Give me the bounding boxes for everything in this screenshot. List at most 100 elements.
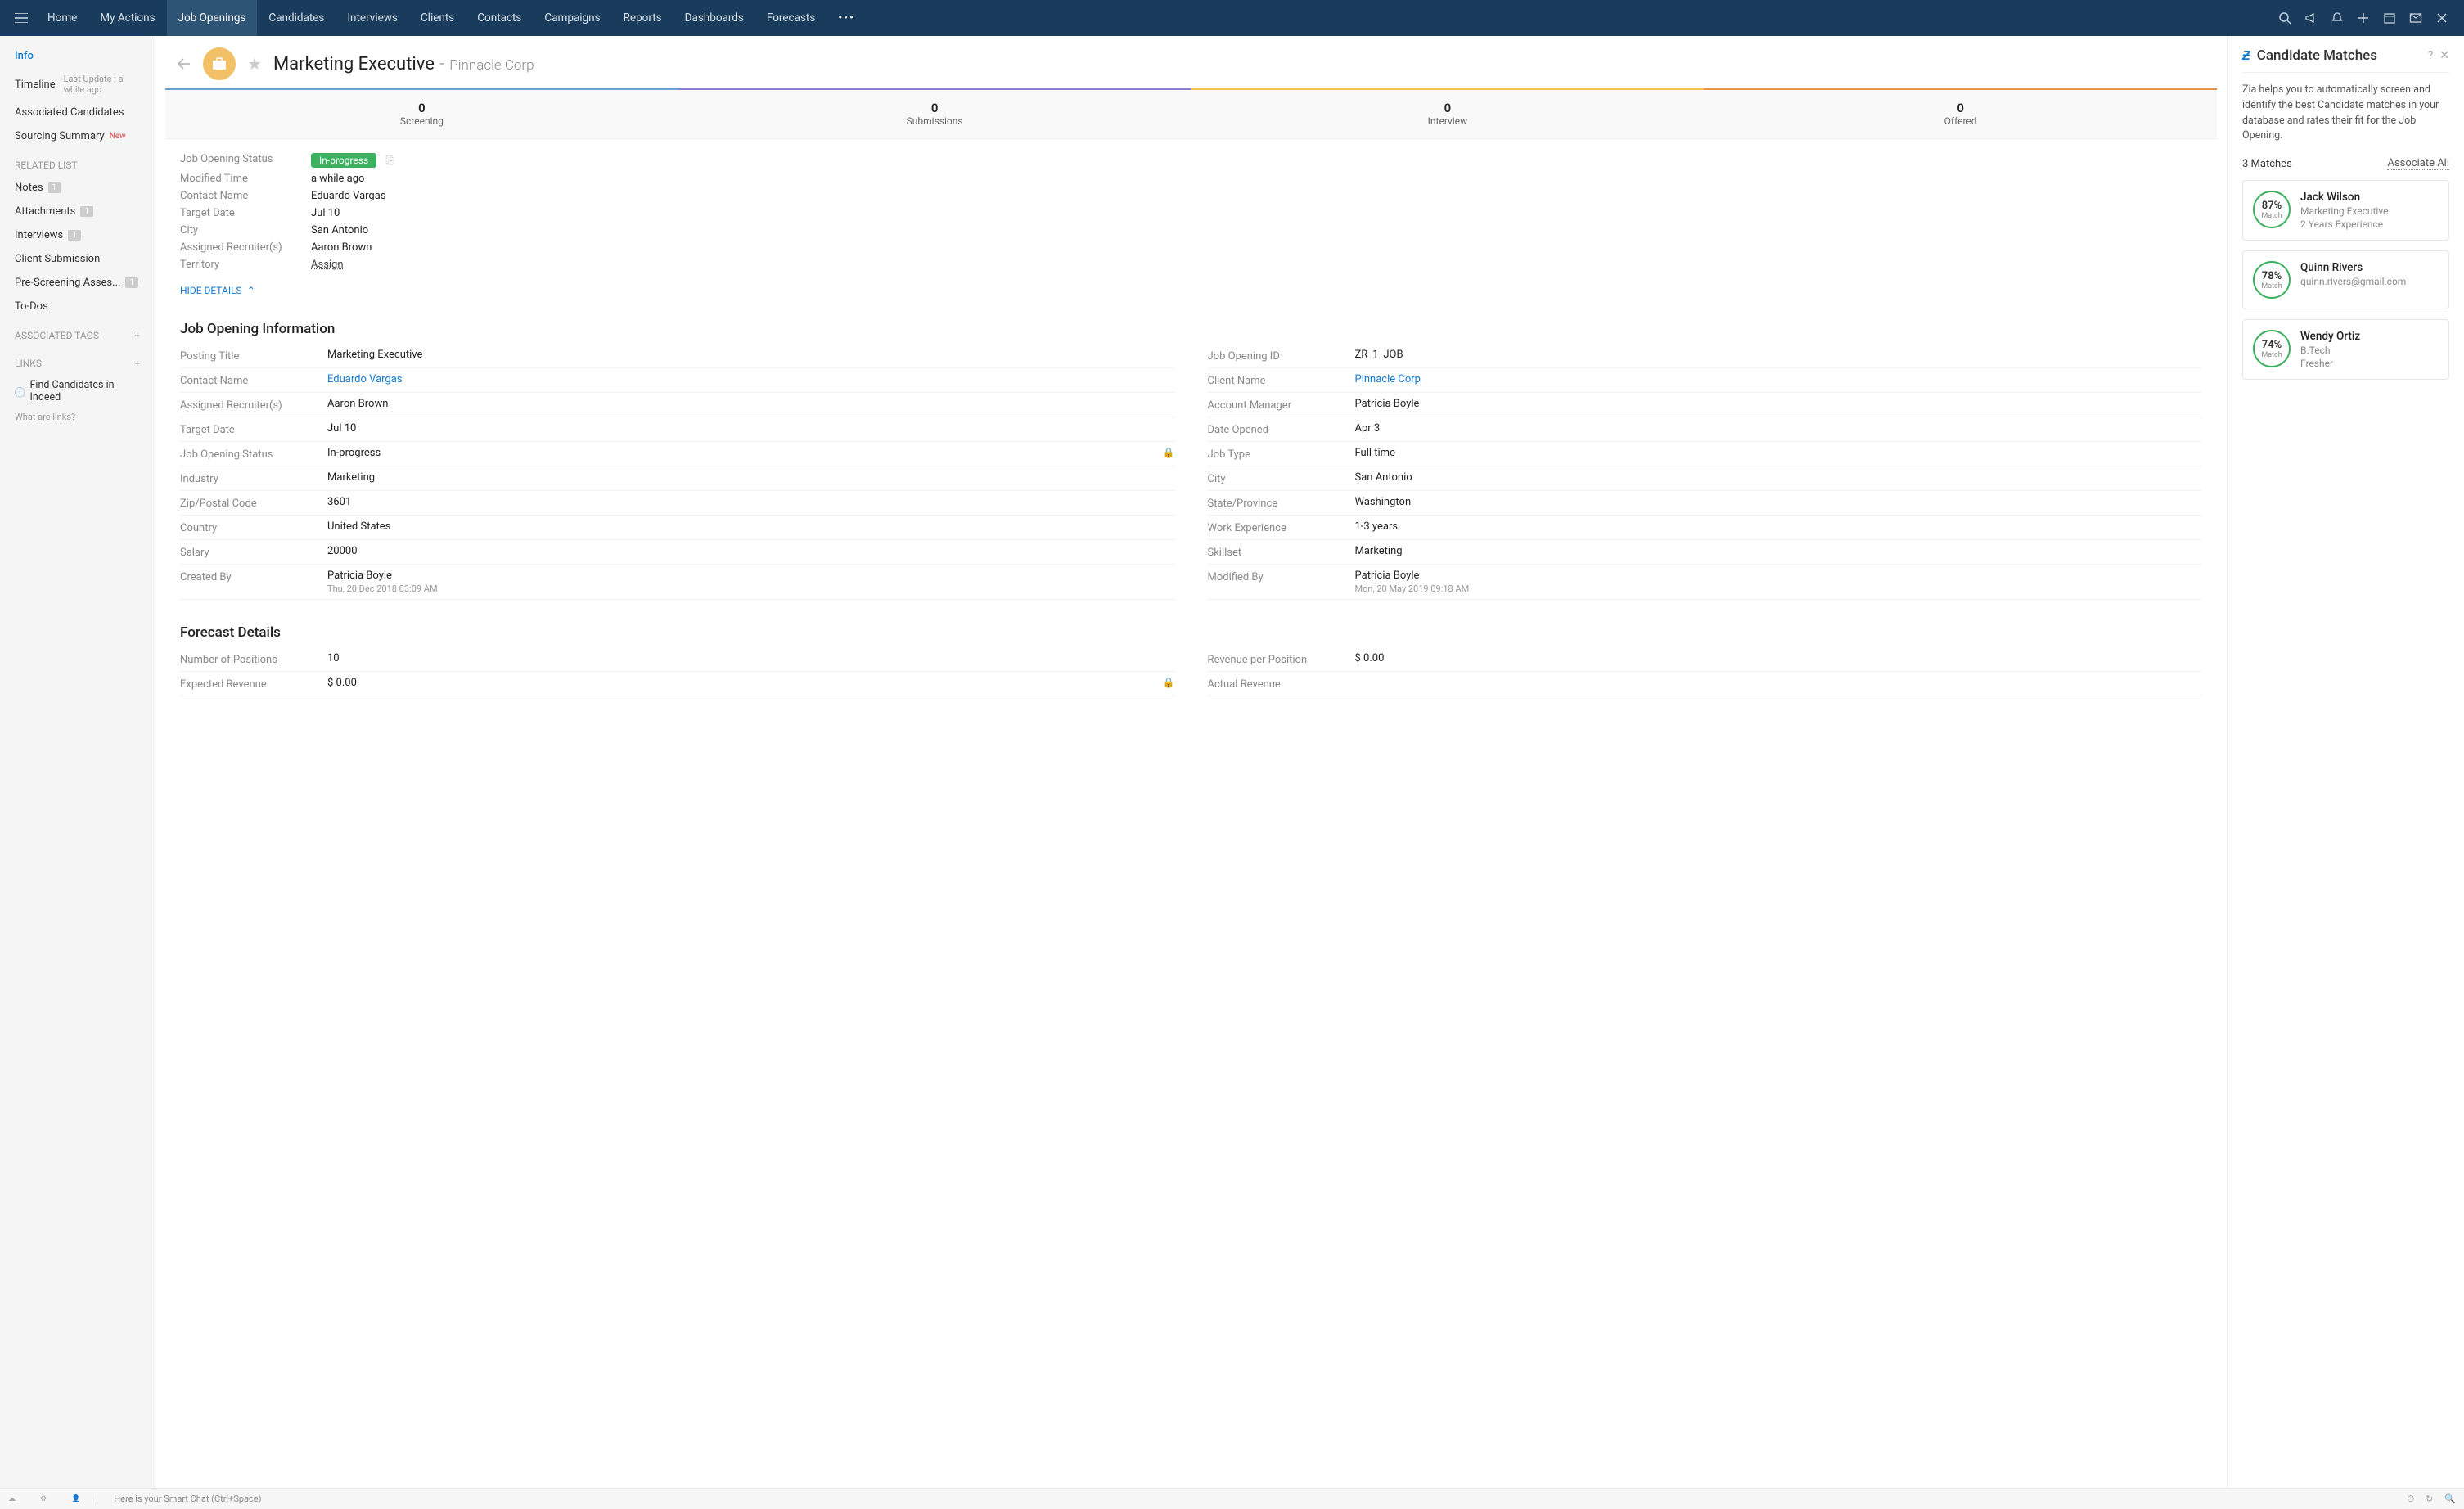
bell-icon[interactable] <box>2330 11 2345 25</box>
nav-tab-dashboards[interactable]: Dashboards <box>673 0 755 36</box>
field-label: Target Date <box>180 422 327 436</box>
field-label: Territory <box>180 259 311 271</box>
calendar-icon[interactable] <box>2382 11 2397 25</box>
help-icon[interactable]: ? <box>2428 49 2434 62</box>
stage-label: Submissions <box>678 115 1191 127</box>
field-label: Expected Revenue <box>180 677 327 691</box>
stage-count: 0 <box>165 101 678 115</box>
zoom-icon[interactable]: 🔍 <box>2444 1493 2456 1505</box>
field-link[interactable]: Eduardo Vargas <box>327 373 403 385</box>
section-label: ASSOCIATED TAGS <box>15 330 99 341</box>
sidebar-item-todos[interactable]: To-Dos <box>0 295 155 318</box>
hide-details-toggle[interactable]: HIDE DETAILS ⌃ <box>180 273 2202 313</box>
field-label: Job Opening Status <box>180 153 311 168</box>
hamburger-icon[interactable] <box>7 8 36 28</box>
field-row: Job TypeFull time <box>1208 442 2203 466</box>
back-button[interactable] <box>175 57 191 70</box>
bottom-icon[interactable]: ☁ <box>8 1495 16 1503</box>
nav-tab-interviews[interactable]: Interviews <box>336 0 409 36</box>
job-title: Marketing Executive <box>273 54 435 74</box>
candidate-name: Quinn Rivers <box>2300 261 2406 274</box>
field-row: CountryUnited States <box>180 516 1175 540</box>
assign-link[interactable]: Assign <box>311 259 344 271</box>
add-link-icon[interactable]: + <box>134 358 140 369</box>
field-value: a while ago <box>311 173 364 185</box>
main-content: ★ Marketing Executive-Pinnacle Corp 0Scr… <box>155 36 2227 1488</box>
mail-icon[interactable] <box>2408 11 2423 25</box>
field-label: City <box>1208 471 1355 485</box>
field-label: Zip/Postal Code <box>180 496 327 510</box>
field-label: Contact Name <box>180 373 327 387</box>
field-row: Expected Revenue$ 0.00🔒 <box>180 672 1175 696</box>
field-row: Revenue per Position$ 0.00 <box>1208 647 2203 672</box>
close-icon[interactable]: ✕ <box>2439 49 2449 62</box>
section-title: Job Opening Information <box>180 321 2202 337</box>
field-row: Salary20000 <box>180 540 1175 565</box>
field-value: San Antonio <box>1355 471 1412 484</box>
status-badge: In-progress <box>311 153 376 168</box>
star-icon[interactable]: ★ <box>247 54 262 74</box>
field-row: Contact NameEduardo Vargas <box>180 368 1175 393</box>
chevron-up-icon: ⌃ <box>247 285 255 296</box>
sidebar-item-assoc-candidates[interactable]: Associated Candidates <box>0 101 155 124</box>
field-row: IndustryMarketing <box>180 466 1175 491</box>
nav-more[interactable]: ••• <box>827 11 867 25</box>
field-row: Job Opening IDZR_1_JOB <box>1208 344 2203 368</box>
megaphone-icon[interactable] <box>2304 11 2318 25</box>
page-title: Marketing Executive-Pinnacle Corp <box>273 54 534 74</box>
nav-tab-forecasts[interactable]: Forecasts <box>755 0 827 36</box>
nav-tab-job-openings[interactable]: Job Openings <box>167 0 258 36</box>
history-icon[interactable]: ↻ <box>2426 1493 2433 1505</box>
stage-bar: 0Screening0Submissions0Interview0Offered <box>165 88 2217 139</box>
count-badge: 1 <box>48 182 61 193</box>
nav-tab-home[interactable]: Home <box>36 0 88 36</box>
candidate-card[interactable]: 74%MatchWendy OrtizB.TechFresher <box>2242 319 2449 380</box>
nav-tab-campaigns[interactable]: Campaigns <box>533 0 611 36</box>
plus-icon[interactable] <box>2356 11 2371 25</box>
clock-icon[interactable]: ⏱ <box>2407 1493 2414 1505</box>
stage-screening[interactable]: 0Screening <box>165 89 678 138</box>
field-row: Work Experience1-3 years <box>1208 516 2203 540</box>
sidebar-item-info[interactable]: Info <box>0 44 155 68</box>
stage-submissions[interactable]: 0Submissions <box>678 89 1191 138</box>
nav-tab-candidates[interactable]: Candidates <box>257 0 336 36</box>
nav-tab-contacts[interactable]: Contacts <box>466 0 533 36</box>
sidebar-item-client-submission[interactable]: Client Submission <box>0 247 155 271</box>
detail-area: Job Opening StatusIn-progress ⎘ Modified… <box>155 139 2227 1488</box>
link-find-candidates[interactable]: ⓘ Find Candidates in Indeed <box>0 374 155 408</box>
field-label: Job Opening Status <box>180 447 327 461</box>
stage-interview[interactable]: 0Interview <box>1191 89 1705 138</box>
field-label: Posting Title <box>180 349 327 363</box>
nav-tab-clients[interactable]: Clients <box>409 0 466 36</box>
search-icon[interactable] <box>2277 11 2292 25</box>
stage-offered[interactable]: 0Offered <box>1704 89 2217 138</box>
field-link[interactable]: Pinnacle Corp <box>1355 373 1421 385</box>
sidebar-item-timeline[interactable]: Timeline Last Update : a while ago <box>0 68 155 101</box>
candidate-card[interactable]: 87%MatchJack WilsonMarketing Executive2 … <box>2242 180 2449 241</box>
sidebar-item-sourcing[interactable]: Sourcing SummaryNew <box>0 124 155 148</box>
field-row: State/ProvinceWashington <box>1208 491 2203 516</box>
bottom-icon[interactable]: 👤 <box>71 1495 80 1503</box>
associate-all-link[interactable]: Associate All <box>2387 157 2449 170</box>
add-tag-icon[interactable]: + <box>134 330 140 341</box>
field-label: Assigned Recruiter(s) <box>180 398 327 412</box>
field-value: 10 <box>327 652 340 664</box>
field-label: Client Name <box>1208 373 1355 387</box>
field-value: $ 0.00 <box>327 677 357 689</box>
nav-tab-reports[interactable]: Reports <box>612 0 673 36</box>
sidebar-item-attachments[interactable]: Attachments 1 <box>0 200 155 223</box>
count-badge: 1 <box>125 277 138 288</box>
field-label: Actual Revenue <box>1208 677 1355 691</box>
bottom-icon[interactable]: ⚙ <box>40 1495 47 1503</box>
candidate-card[interactable]: 78%MatchQuinn Riversquinn.rivers@gmail.c… <box>2242 250 2449 309</box>
what-are-links[interactable]: What are links? <box>0 408 155 426</box>
sidebar-item-prescreening[interactable]: Pre-Screening Asses... 1 <box>0 271 155 295</box>
nav-tab-my-actions[interactable]: My Actions <box>88 0 166 36</box>
field-value: Marketing Executive <box>327 349 422 361</box>
sidebar-item-interviews[interactable]: Interviews 1 <box>0 223 155 247</box>
smart-chat-hint[interactable]: Here is your Smart Chat (Ctrl+Space) <box>97 1493 2407 1504</box>
sidebar-item-notes[interactable]: Notes 1 <box>0 176 155 200</box>
field-value: Jul 10 <box>327 422 356 435</box>
status-edit-icon[interactable]: ⎘ <box>385 155 394 167</box>
tools-icon[interactable] <box>2435 11 2449 25</box>
